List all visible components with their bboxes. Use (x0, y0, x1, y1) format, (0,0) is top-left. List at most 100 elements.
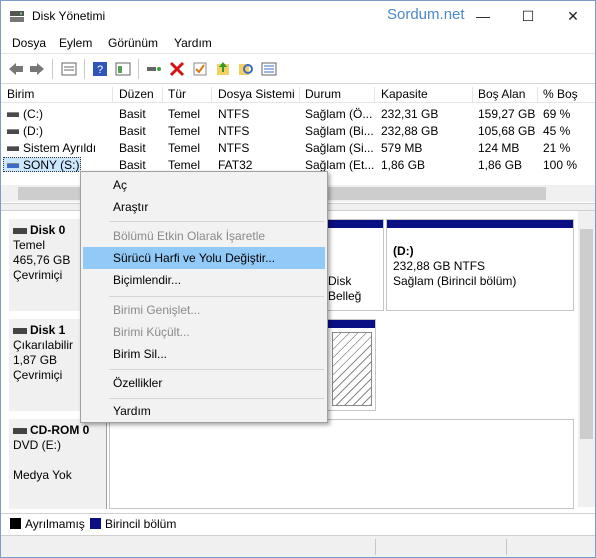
scroll-thumb[interactable] (580, 229, 593, 439)
disk-management-icon (10, 11, 24, 22)
menu-item-mark-active[interactable]: Bölümü Etkin Olarak İşaretle (83, 225, 325, 247)
table-row[interactable]: (D:) Basit Temel NTFS Sağlam (Bi... 232,… (1, 123, 595, 140)
cell-birim: (D:) (23, 124, 43, 138)
menu-item-delete-volume[interactable]: Birim Sil... (83, 343, 325, 365)
menu-item-extend[interactable]: Birimi Genişlet... (83, 299, 325, 321)
legend-unallocated: Ayrılmamış (25, 517, 85, 531)
cell-tur: Temel (168, 158, 201, 172)
cell-yuzde-bos: 45 % (543, 124, 571, 138)
cell-durum: Sağlam (Et... (305, 158, 375, 172)
vertical-scrollbar[interactable] (578, 211, 595, 507)
disk-icon (13, 227, 27, 234)
menu-dosya[interactable]: Dosya (12, 36, 46, 50)
check-icon[interactable] (191, 60, 209, 78)
legend: Ayrılmamış Birincil bölüm (1, 513, 595, 533)
table-row[interactable]: (C:) Basit Temel NTFS Sağlam (Ö... 232,3… (1, 106, 595, 123)
cell-duzen: Basit (119, 107, 146, 121)
menu-item-format[interactable]: Biçimlendir... (83, 269, 325, 291)
cell-yuzde-bos: 100 % (543, 158, 578, 172)
volume-list-header: Birim Düzen Tür Dosya Sistemi Durum Kapa… (1, 85, 595, 103)
volume-icon (7, 112, 19, 118)
partition-d-name: (D:) (393, 244, 414, 258)
title-bar: Disk Yönetimi Sordum.net — ☐ ✕ (1, 1, 595, 32)
removable-volume-icon (7, 163, 19, 169)
cell-bos-alan: 105,68 GB (478, 124, 536, 138)
col-duzen[interactable]: Düzen (115, 87, 163, 103)
search-icon[interactable] (237, 60, 255, 78)
cell-duzen: Basit (119, 141, 146, 155)
cell-yuzde-bos: 21 % (543, 141, 571, 155)
maximize-button[interactable]: ☐ (506, 1, 550, 31)
cell-yuzde-bos: 69 % (543, 107, 571, 121)
menu-item-shrink[interactable]: Birimi Küçült... (83, 321, 325, 343)
help-icon[interactable]: ? (91, 60, 109, 78)
cell-durum: Sağlam (Ö... (305, 107, 373, 121)
disk-management-window: Disk Yönetimi Sordum.net — ☐ ✕ Dosya Eyl… (0, 0, 596, 558)
col-dosya-sistemi[interactable]: Dosya Sistemi (214, 87, 300, 103)
col-tur[interactable]: Tür (164, 87, 212, 103)
cell-duzen: Basit (119, 124, 146, 138)
cell-tur: Temel (168, 107, 201, 121)
cell-tur: Temel (168, 124, 201, 138)
cell-birim: (C:) (23, 107, 43, 121)
menu-item-change-drive-letter[interactable]: Sürücü Harfi ve Yolu Değiştir... (83, 247, 325, 269)
col-bos-alan[interactable]: Boş Alan (474, 87, 538, 103)
close-button[interactable]: ✕ (551, 1, 595, 31)
cdrom-0-label[interactable]: CD-ROM 0 DVD (E:) Medya Yok (9, 419, 107, 509)
primary-swatch (90, 518, 101, 529)
watermark: Sordum.net (387, 6, 465, 23)
cell-kapasite: 1,86 GB (381, 158, 426, 172)
properties-icon[interactable] (60, 60, 78, 78)
partition-c-status: Disk Belleğ (328, 274, 362, 303)
menu-item-arastir[interactable]: Araştır (83, 196, 325, 218)
col-birim[interactable]: Birim (3, 87, 113, 103)
volume-icon (7, 129, 19, 135)
cell-durum: Sağlam (Si... (305, 141, 374, 155)
disk-name: Disk 0 (30, 223, 66, 237)
cell-duzen: Basit (119, 158, 146, 172)
cdrom-area[interactable] (109, 419, 574, 509)
volume-icon (7, 146, 19, 152)
menu-eylem[interactable]: Eylem (59, 36, 92, 50)
forward-icon[interactable] (28, 60, 46, 78)
connect-icon[interactable] (145, 60, 163, 78)
back-icon[interactable] (7, 60, 25, 78)
cell-dosya-sistemi: NTFS (218, 107, 250, 121)
cell-kapasite: 232,88 GB (381, 124, 439, 138)
menu-item-properties[interactable]: Özellikler (83, 372, 325, 394)
status-bar (1, 535, 595, 557)
cell-durum: Sağlam (Bi... (305, 124, 374, 138)
partition-d[interactable]: (D:) 232,88 GB NTFS Sağlam (Birincil böl… (386, 219, 574, 311)
cell-bos-alan: 1,86 GB (478, 158, 523, 172)
disk-icon (13, 327, 27, 334)
partition-d-status: Sağlam (Birincil bölüm) (393, 274, 517, 288)
up-icon[interactable] (214, 60, 232, 78)
cell-dosya-sistemi: FAT32 (218, 158, 253, 172)
cell-tur: Temel (168, 141, 201, 155)
cell-kapasite: 232,31 GB (381, 107, 439, 121)
window-title: Disk Yönetimi (32, 9, 106, 23)
menu-item-ac[interactable]: Aç (83, 174, 325, 196)
view-icon[interactable] (260, 60, 278, 78)
cell-bos-alan: 159,27 GB (478, 107, 536, 121)
minimize-button[interactable]: — (461, 1, 505, 31)
menu-bar: Dosya Eylem Görünüm Yardım (1, 32, 595, 54)
console-icon[interactable] (114, 60, 132, 78)
table-row[interactable]: Sistem Ayrıldı Basit Temel NTFS Sağlam (… (1, 140, 595, 157)
cell-birim: SONY (S:) (23, 158, 80, 172)
col-durum[interactable]: Durum (301, 87, 375, 103)
menu-yardim[interactable]: Yardım (174, 36, 212, 50)
context-menu: Aç Araştır Bölümü Etkin Olarak İşaretle … (80, 171, 328, 423)
menu-gorunum[interactable]: Görünüm (108, 36, 158, 50)
cell-birim: Sistem Ayrıldı (23, 141, 97, 155)
svg-text:?: ? (97, 64, 103, 76)
delete-icon[interactable] (168, 60, 186, 78)
cell-bos-alan: 124 MB (478, 141, 520, 155)
col-yuzde-bos[interactable]: % Boş (539, 87, 595, 103)
partition-d-size: 232,88 GB NTFS (393, 259, 486, 273)
menu-item-help[interactable]: Yardım (83, 400, 325, 422)
toolbar: ? (1, 54, 595, 84)
cell-dosya-sistemi: NTFS (218, 124, 250, 138)
col-kapasite[interactable]: Kapasite (377, 87, 473, 103)
unallocated-swatch (10, 518, 21, 529)
